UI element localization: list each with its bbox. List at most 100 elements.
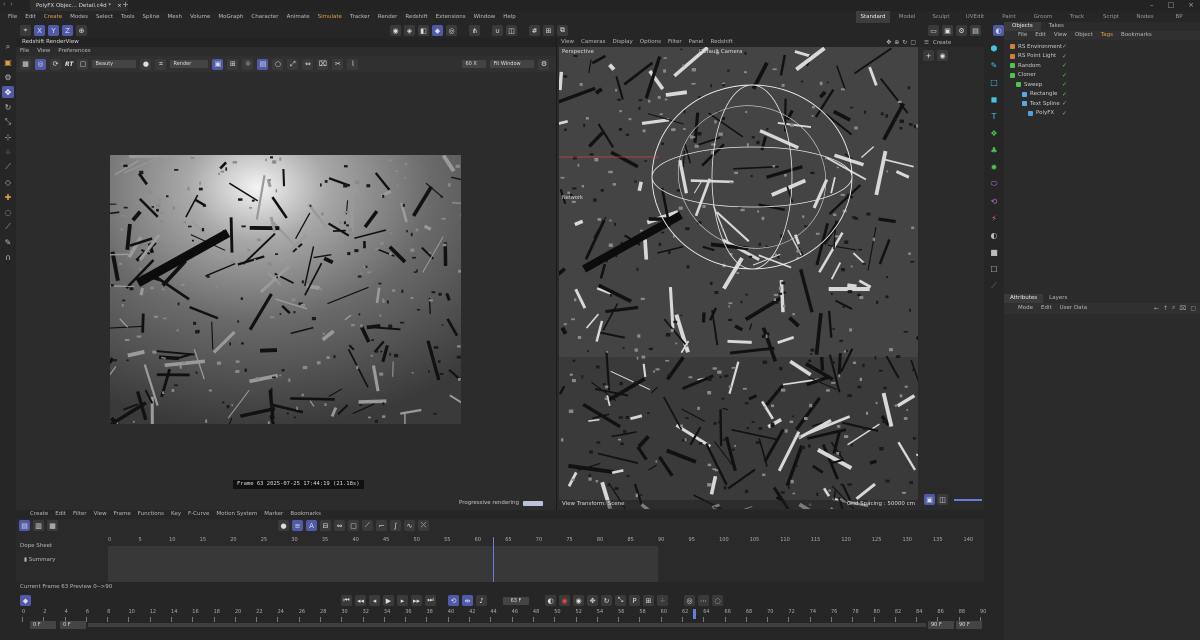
record-icon[interactable]: ◉	[559, 595, 570, 606]
key-linear-icon[interactable]: ⟋	[362, 520, 373, 531]
object-row[interactable]: Random ✓	[1004, 61, 1200, 71]
preview-range-bar[interactable]	[88, 623, 926, 627]
fit-key-icon[interactable]: ⊟	[320, 520, 331, 531]
text-key-icon[interactable]: A	[306, 520, 317, 531]
sound-icon[interactable]: ♪	[476, 595, 487, 606]
tab-takes[interactable]: Takes	[1041, 22, 1072, 31]
cube-icon[interactable]: ⬢	[987, 41, 1001, 55]
frame-selected-icon[interactable]: ▢	[348, 520, 359, 531]
render-settings-icon[interactable]: ◎	[446, 25, 457, 36]
region-icon[interactable]: ▣	[212, 58, 224, 70]
next-key-icon[interactable]: ▸▸	[411, 595, 422, 606]
menu-edit[interactable]: Edit	[21, 11, 40, 23]
mograph-icon[interactable]: ♣	[987, 143, 1001, 157]
list-key-icon[interactable]: ≡	[292, 520, 303, 531]
dope-sheet-grid[interactable]: 0 5 10 15 20 25 30 35 40 45 50 55 60 65 70 75 80 85 90 95 10…	[108, 537, 984, 582]
object-row[interactable]: RS Point Light ✓	[1004, 52, 1200, 62]
visibility-check-icon[interactable]: ✓	[1062, 43, 1067, 50]
tl-menu-filter[interactable]: Filter	[73, 510, 87, 519]
visibility-check-icon[interactable]: ✓	[1062, 100, 1067, 107]
transform-tool-icon[interactable]: ⊹	[2, 131, 14, 143]
autokey-icon[interactable]: ◉	[573, 595, 584, 606]
key-scale-icon[interactable]: ⤡	[615, 595, 626, 606]
tab-attributes[interactable]: Attributes	[1004, 294, 1044, 303]
snap-icon[interactable]: ◉	[390, 25, 401, 36]
vp-menu-view[interactable]: View	[561, 38, 574, 47]
tl-menu-frame[interactable]: Frame	[114, 510, 131, 519]
new-panel-icon[interactable]: ▢	[1190, 305, 1196, 312]
back-arrow-icon[interactable]: ←	[1154, 305, 1159, 312]
up-arrow-icon[interactable]: ↑	[1163, 305, 1168, 312]
pan-icon[interactable]: ✥	[886, 39, 891, 46]
document-tab[interactable]: PolyFX Objec... Detail.c4d * ×	[30, 0, 128, 11]
layout-model[interactable]: Model	[890, 11, 924, 23]
color-channel-icon[interactable]: ●	[140, 58, 152, 70]
aov-select[interactable]: Beauty	[92, 60, 137, 68]
visibility-check-icon[interactable]: ✓	[1062, 53, 1067, 60]
menu-extensions[interactable]: Extensions	[432, 11, 470, 23]
timeline-settings-icon[interactable]: ⋯	[698, 595, 709, 606]
hierarchy-icon[interactable]: ⋔	[469, 25, 480, 36]
rotate-tool-icon[interactable]: ↻	[2, 101, 14, 113]
go-to-start-icon[interactable]: ⏮	[341, 595, 352, 606]
timeline-ruler[interactable]: 0 5 10 15 20 25 30 35 40 45 50 55 60 65 70 75 80 85 90 95 10…	[108, 537, 984, 545]
edit-render-settings-icon[interactable]: ⚙	[956, 25, 967, 36]
magnet-icon[interactable]: ∪	[492, 25, 503, 36]
menu-character[interactable]: Character	[247, 11, 282, 23]
maximize-view-icon[interactable]: ▢	[910, 39, 916, 46]
effector-icon[interactable]: ✹	[987, 160, 1001, 174]
redshift-icon[interactable]: ◐	[993, 25, 1004, 36]
menu-animate[interactable]: Animate	[283, 11, 314, 23]
layout-standard[interactable]: Standard	[856, 11, 890, 23]
snapshot-icon[interactable]: ▢	[77, 58, 89, 70]
tl-menu-create[interactable]: Create	[30, 510, 48, 519]
vp-menu-filter[interactable]: Filter	[668, 38, 682, 47]
light-icon[interactable]: ☐	[987, 262, 1001, 276]
obj-menu-view[interactable]: View	[1054, 31, 1067, 40]
tl-menu-motion-system[interactable]: Motion System	[216, 510, 257, 519]
summary-track[interactable]: ▮ Summary	[16, 555, 106, 565]
lock-icon[interactable]: ⌧	[317, 58, 329, 70]
loop-icon[interactable]: ⟲	[448, 595, 459, 606]
forward-icon[interactable]: ›	[10, 1, 12, 8]
grid-icon[interactable]: #	[529, 25, 540, 36]
text-icon[interactable]: T	[987, 109, 1001, 123]
start-frame-field[interactable]: 0 F	[30, 621, 56, 629]
vp-menu-panel[interactable]: Panel	[689, 38, 704, 47]
coordinate-system-icon[interactable]: ⊕	[76, 25, 87, 36]
search-icon[interactable]: ⌕	[2, 41, 14, 53]
axis-x-toggle[interactable]: X	[34, 25, 45, 36]
menu-icon[interactable]: ☰	[924, 40, 929, 46]
render-viewport-icon[interactable]: ▭	[928, 25, 939, 36]
deformer-icon[interactable]: ⬭	[987, 177, 1001, 191]
key-pla-icon[interactable]: ⊞	[643, 595, 654, 606]
rv-menu-file[interactable]: File	[20, 47, 29, 56]
add-icon[interactable]: +	[923, 50, 934, 61]
bucket-icon[interactable]: ▤	[257, 58, 269, 70]
create-label[interactable]: Create	[933, 40, 951, 46]
grid-snap-icon[interactable]: ⊞	[543, 25, 554, 36]
menu-render[interactable]: Render	[374, 11, 402, 23]
tab-objects[interactable]: Objects	[1004, 22, 1041, 31]
timeline-playhead[interactable]	[493, 537, 494, 582]
menu-select[interactable]: Select	[92, 11, 117, 23]
back-icon[interactable]: ‹	[3, 1, 5, 8]
rv-settings-icon[interactable]: ⚙	[538, 58, 550, 70]
camera-icon[interactable]: ■	[987, 245, 1001, 259]
menu-tools[interactable]: Tools	[117, 11, 139, 23]
key-rot-icon[interactable]: ↻	[601, 595, 612, 606]
object-row[interactable]: PolyFX ✓	[1004, 109, 1200, 119]
zoom-field[interactable]: 60 X	[462, 60, 487, 68]
preview-end-field[interactable]: 90 F	[928, 621, 954, 629]
refresh-icon[interactable]: ⟳	[50, 58, 61, 70]
tl-menu-marker[interactable]: Marker	[264, 510, 283, 519]
menu-modes[interactable]: Modes	[66, 11, 92, 23]
menu-redshift[interactable]: Redshift	[401, 11, 431, 23]
prev-frame-icon[interactable]: ◂	[369, 595, 380, 606]
tl-menu-functions[interactable]: Functions	[138, 510, 164, 519]
compare-icon[interactable]: ⇔	[302, 58, 314, 70]
film-icon[interactable]: ▦	[20, 58, 31, 70]
move-tool-icon[interactable]: ✥	[2, 86, 14, 98]
menu-mesh[interactable]: Mesh	[163, 11, 185, 23]
visibility-check-icon[interactable]: ✓	[1062, 81, 1067, 88]
